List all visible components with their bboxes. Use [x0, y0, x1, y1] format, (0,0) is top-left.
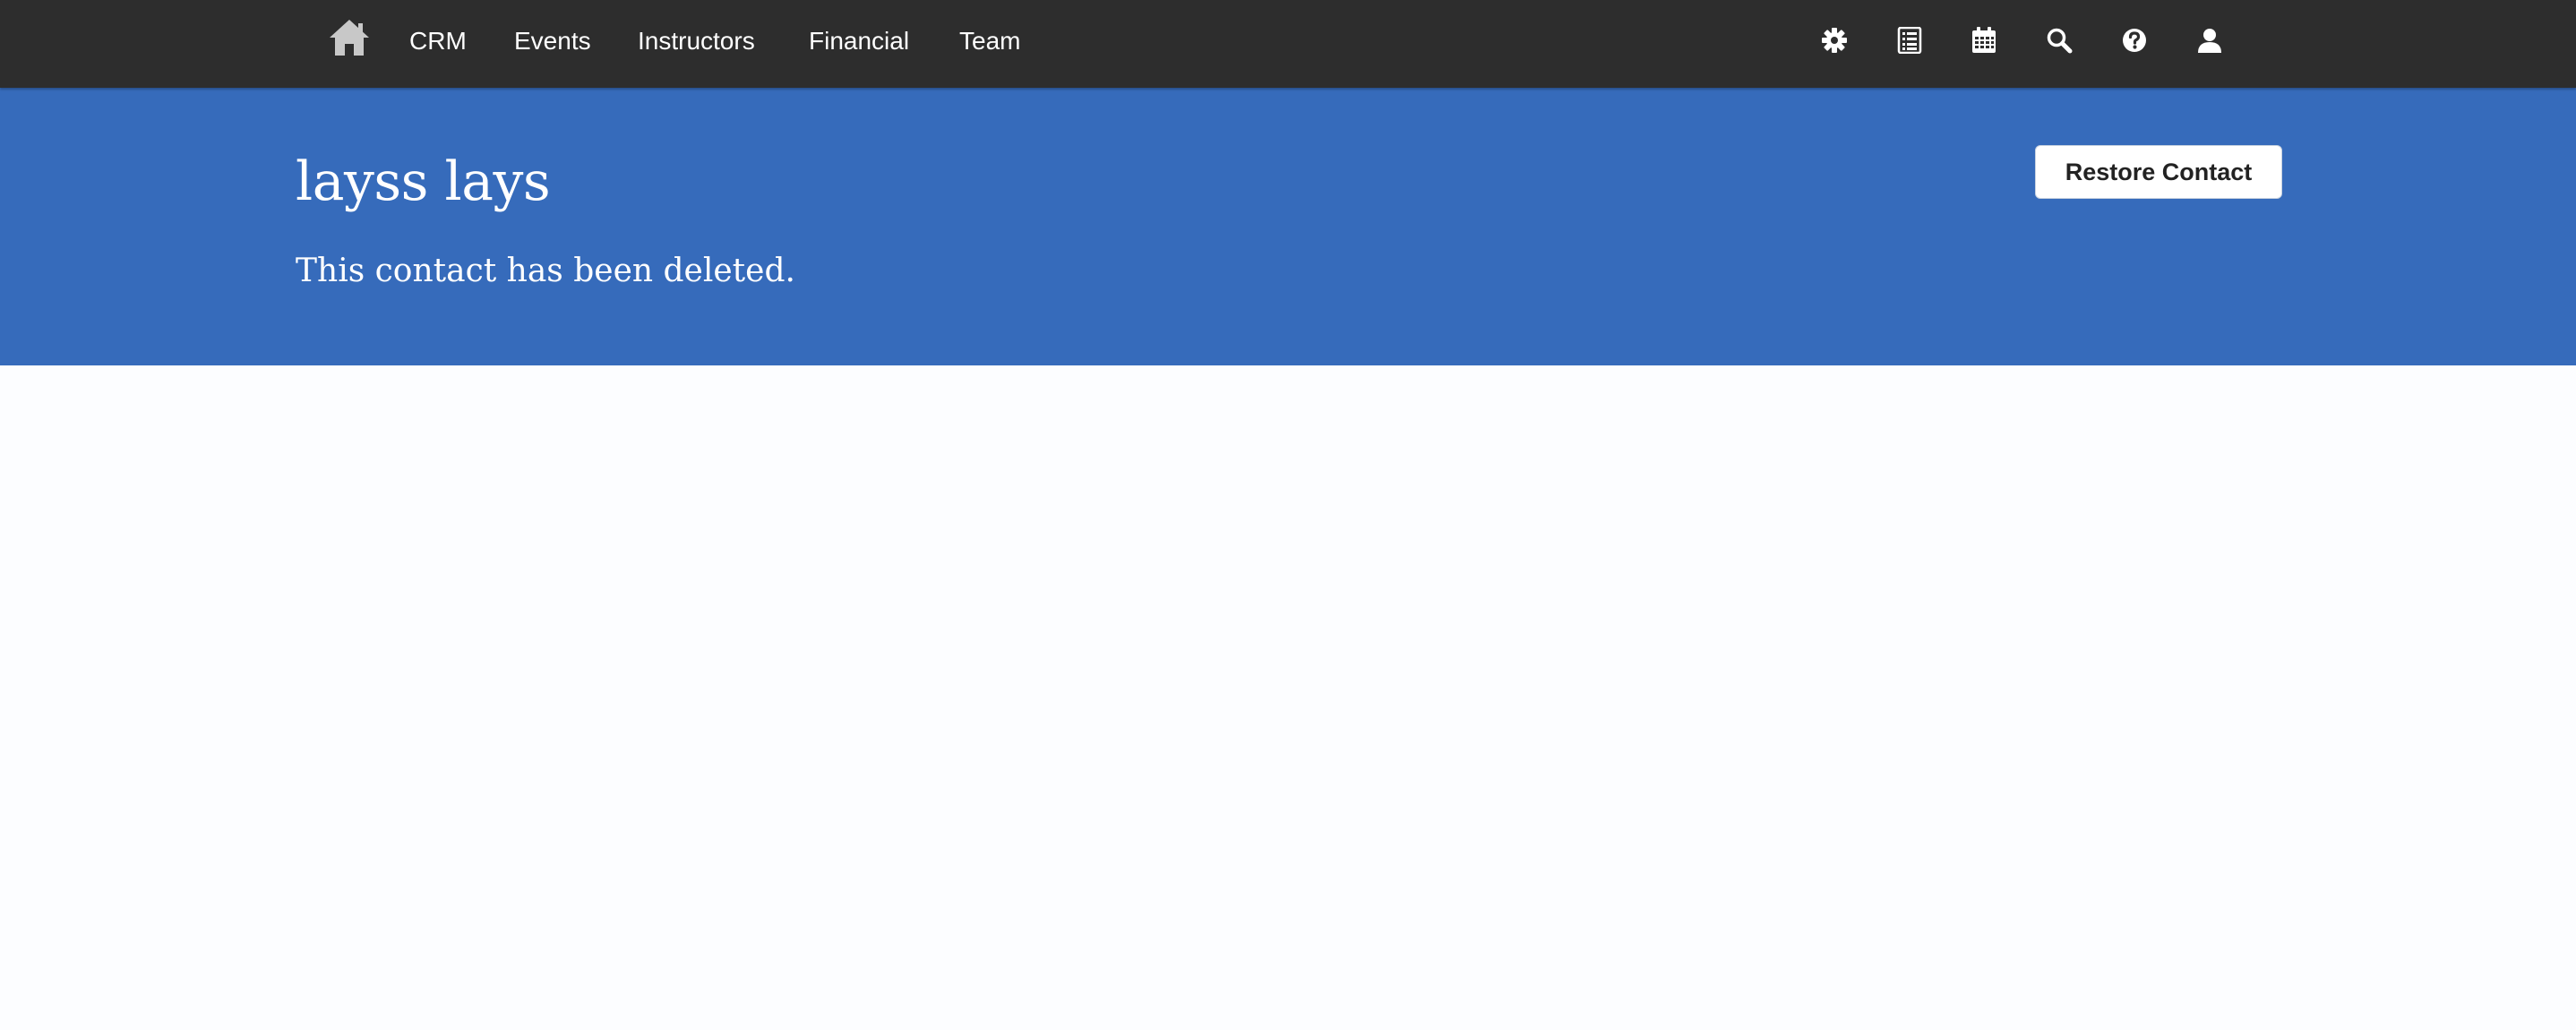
home-icon[interactable] — [328, 18, 371, 57]
contact-name-title: layss lays — [296, 150, 551, 213]
restore-contact-button[interactable]: Restore Contact — [2035, 145, 2282, 199]
search-icon[interactable] — [2041, 22, 2077, 58]
top-navbar: CRM Events Instructors Financial Team — [0, 0, 2576, 88]
nav-item-instructors[interactable]: Instructors — [638, 23, 755, 59]
help-icon[interactable] — [2117, 22, 2152, 58]
nav-item-crm[interactable]: CRM — [409, 23, 467, 59]
nav-item-financial[interactable]: Financial — [809, 23, 909, 59]
main-content-area — [0, 365, 2576, 1030]
nav-item-team[interactable]: Team — [959, 23, 1020, 59]
nav-item-events[interactable]: Events — [514, 23, 591, 59]
deleted-status-message: This contact has been deleted. — [296, 253, 795, 289]
user-icon[interactable] — [2192, 22, 2228, 58]
calendar-icon[interactable] — [1966, 22, 2002, 58]
contact-header-banner — [0, 88, 2576, 365]
gear-icon[interactable] — [1816, 22, 1852, 58]
list-icon[interactable] — [1892, 22, 1928, 58]
